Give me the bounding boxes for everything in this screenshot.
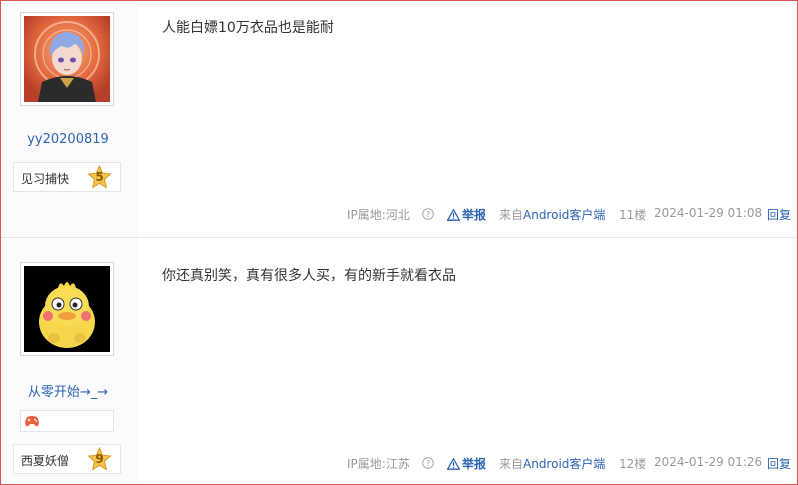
- post-time: 2024-01-29 01:08: [654, 206, 763, 220]
- gamepad-icon: [25, 416, 39, 427]
- game-icon-box[interactable]: [20, 410, 114, 432]
- badge-level-number: 9: [95, 452, 104, 466]
- badge-title: 西夏妖僧: [21, 454, 70, 468]
- post-content: 人能白嫖10万衣品也是能耐: [162, 20, 334, 36]
- report-label: 举报: [462, 208, 487, 222]
- badge-title: 见习捕快: [21, 172, 70, 186]
- warning-triangle-icon: [446, 208, 461, 221]
- source-prefix: 来自: [499, 457, 524, 471]
- warning-triangle-icon: [446, 457, 461, 470]
- svg-text:?: ?: [426, 459, 430, 468]
- reply-button[interactable]: 回复: [767, 455, 791, 472]
- badge-level-number: 5: [95, 170, 104, 184]
- post-floor-12: 从零开始→_→ 西夏妖僧 9 你还真别笑，真有很多人买，有的新手就看衣品 IP属…: [1, 239, 797, 484]
- star-badge-icon: 5: [87, 165, 112, 190]
- floor-number: 11楼: [619, 208, 647, 222]
- star-badge-icon: 9: [87, 447, 112, 472]
- floor-number: 12楼: [619, 457, 647, 471]
- author-panel: 从零开始→_→ 西夏妖僧 9: [1, 239, 138, 484]
- report-label: 举报: [462, 457, 487, 471]
- ip-location: IP属地:江苏: [347, 457, 410, 471]
- post-time: 2024-01-29 01:26: [654, 455, 763, 469]
- source-prefix: 来自: [499, 208, 524, 222]
- avatar-anime-boy-image: [24, 16, 110, 102]
- post-floor-11: yy20200819 见习捕快 5 人能白嫖10万衣品也是能耐 IP属地:河北 …: [1, 1, 797, 237]
- post-content: 你还真别笑，真有很多人买，有的新手就看衣品: [162, 268, 456, 284]
- level-badge[interactable]: 西夏妖僧 9: [13, 444, 121, 474]
- source-link[interactable]: Android客户端: [523, 206, 605, 223]
- source-link[interactable]: Android客户端: [523, 455, 605, 472]
- ip-location: IP属地:河北: [347, 208, 410, 222]
- post-divider: [1, 237, 797, 238]
- svg-text:?: ?: [426, 210, 430, 219]
- avatar[interactable]: [20, 12, 114, 106]
- avatar[interactable]: [20, 262, 114, 356]
- thread-frame: yy20200819 见习捕快 5 人能白嫖10万衣品也是能耐 IP属地:河北 …: [0, 0, 798, 485]
- reply-button[interactable]: 回复: [767, 206, 791, 223]
- report-button[interactable]: 举报: [446, 455, 487, 472]
- report-button[interactable]: 举报: [446, 206, 487, 223]
- author-panel: yy20200819 见习捕快 5: [1, 1, 138, 237]
- level-badge[interactable]: 见习捕快 5: [13, 162, 121, 192]
- username[interactable]: 从零开始→_→: [1, 381, 135, 400]
- username[interactable]: yy20200819: [1, 132, 135, 147]
- question-circle-icon[interactable]: ?: [422, 208, 434, 220]
- question-circle-icon[interactable]: ?: [422, 457, 434, 469]
- avatar-yellow-duck-image: [24, 266, 110, 352]
